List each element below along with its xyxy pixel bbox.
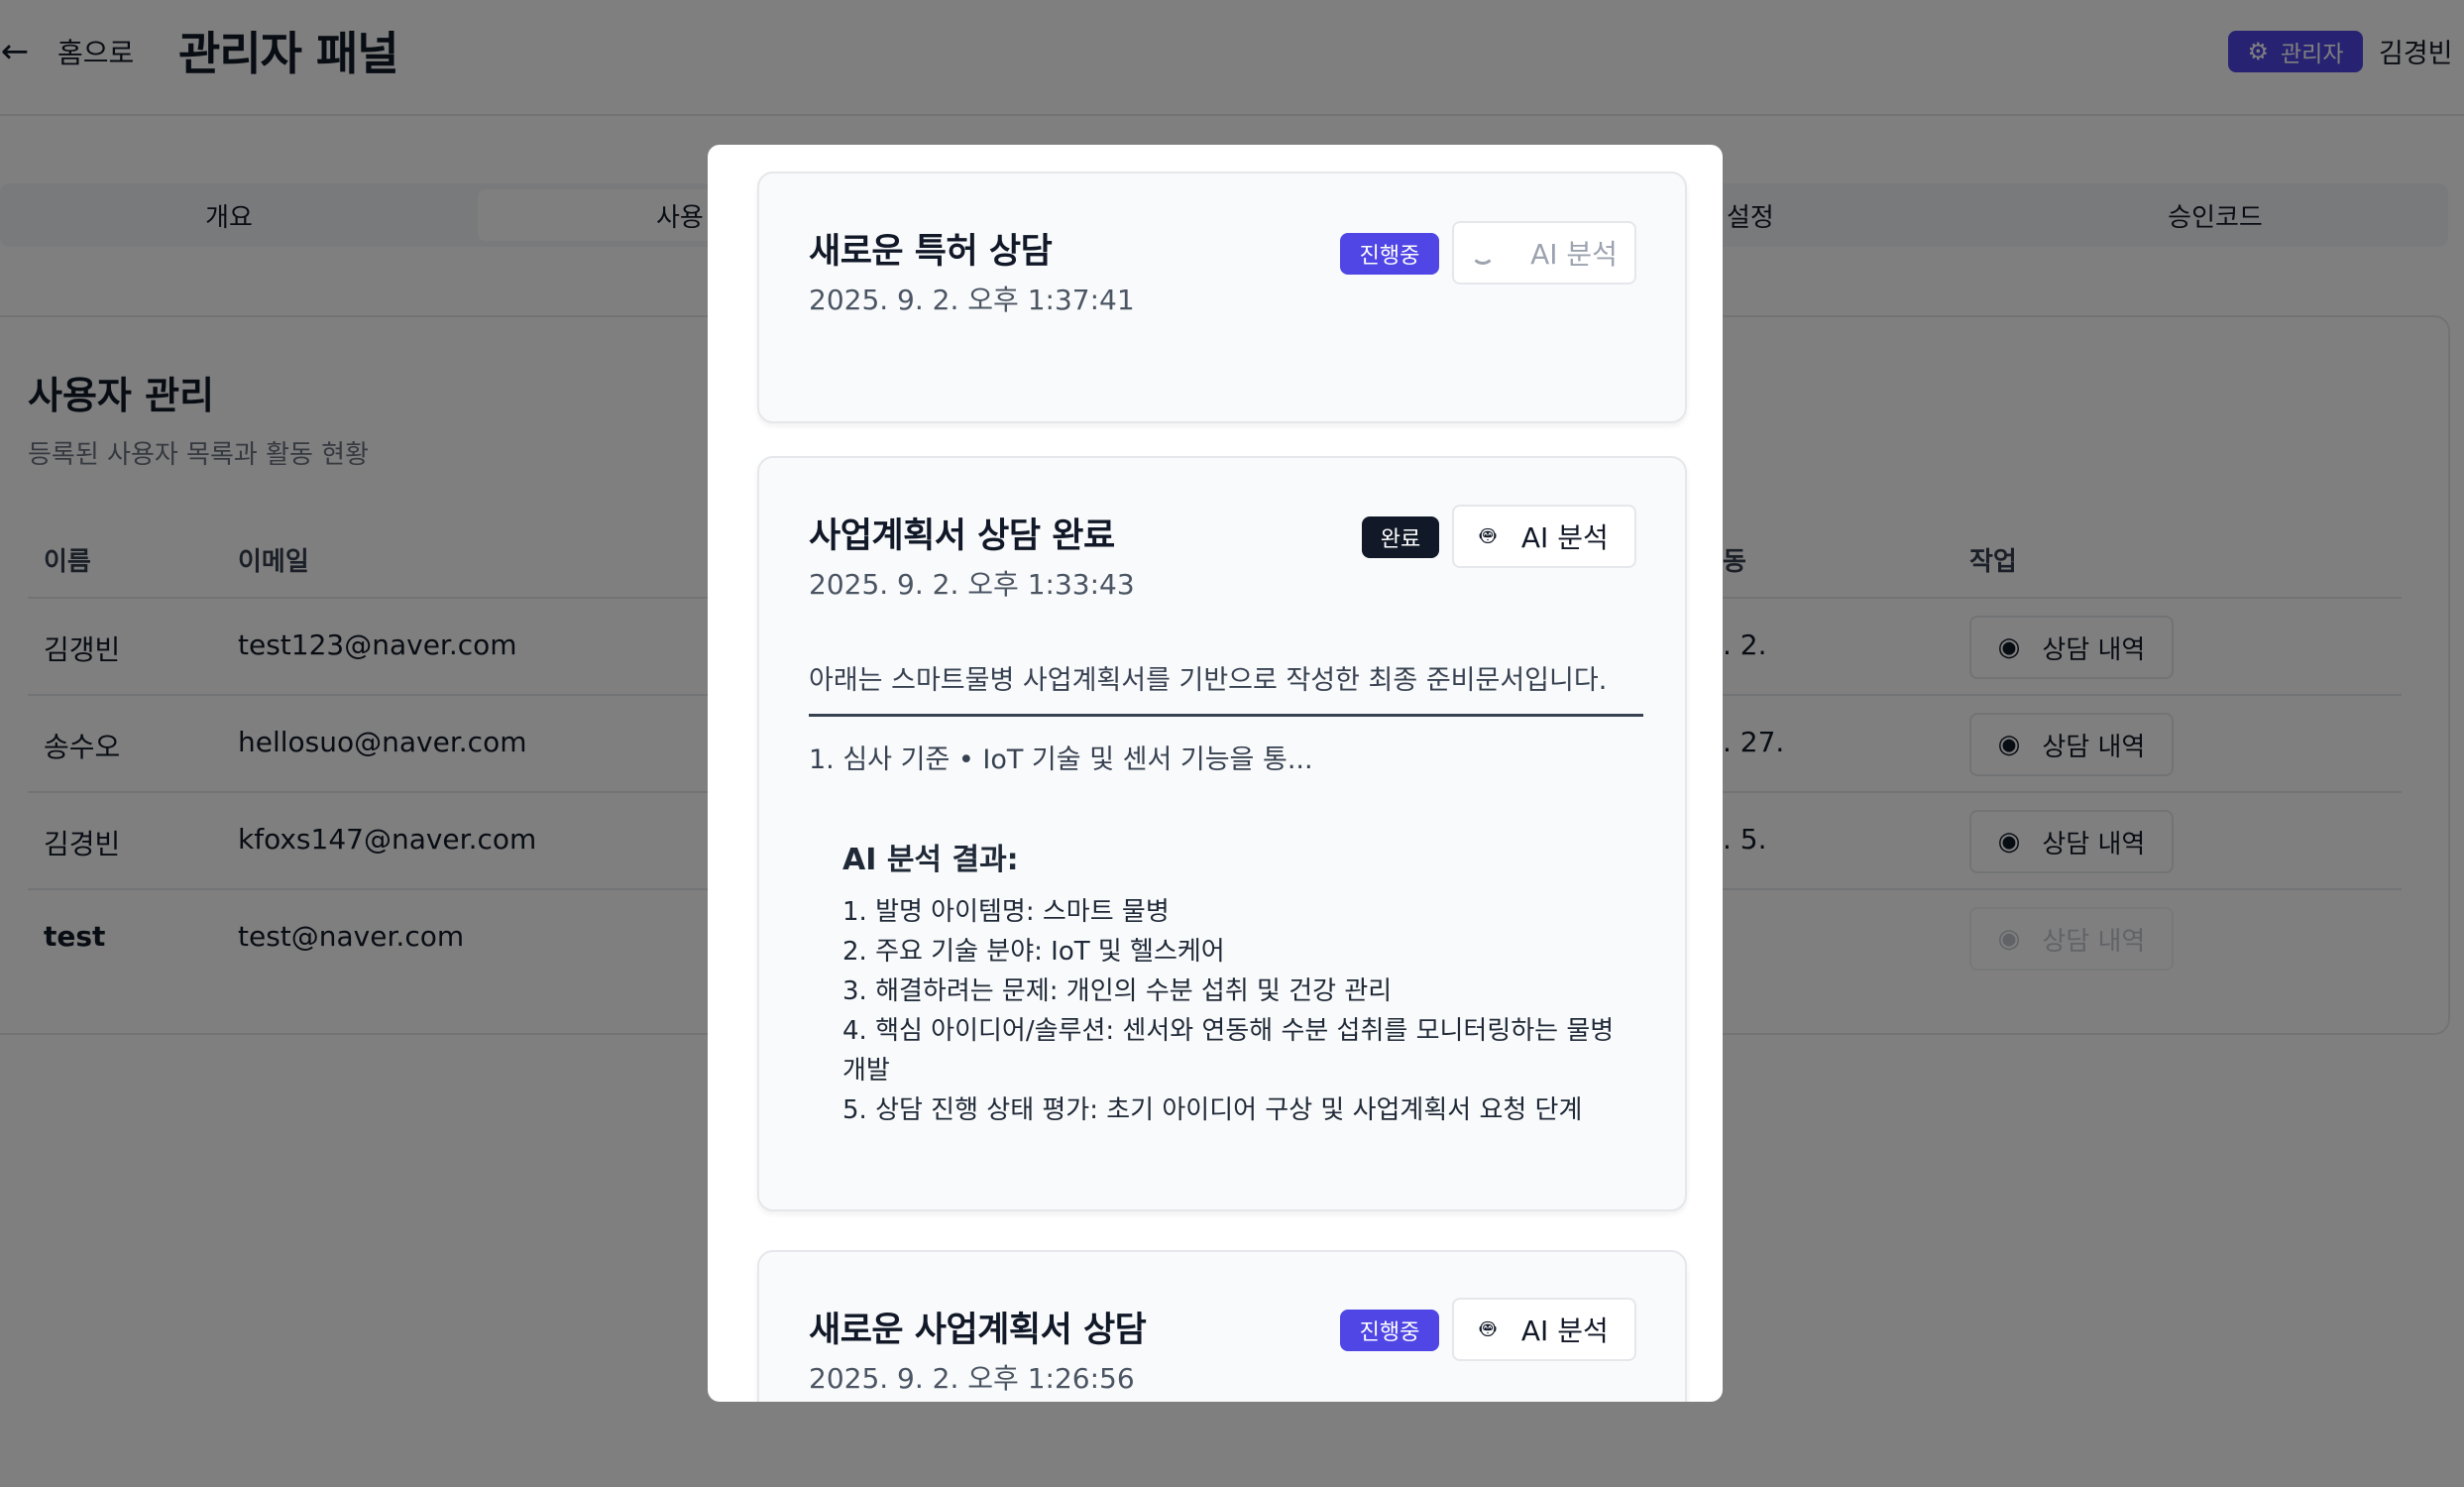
consultation-card: 사업계획서 상담 완료 2025. 9. 2. 오후 1:33:43 완료 🤖︎… [757,456,1687,1211]
consultation-summary: 아래는 스마트물병 사업계획서를 기반으로 작성한 최종 준비문서입니다. [809,665,1608,696]
list-item: 2. 주요 기술 분야: IoT 및 헬스케어 [842,937,1225,967]
consultation-title: 새로운 사업계획서 상담 [809,1311,1147,1350]
ai-analysis-label: AI 분석 [1530,238,1618,271]
consultation-history-modal: 새로운 특허 상담 2025. 9. 2. 오후 1:37:41 진행중 AI … [708,145,1723,1402]
status-badge: 완료 [1362,516,1439,558]
list-item: 5. 상담 진행 상태 평가: 초기 아이디어 구상 및 사업계획서 요청 단계 [842,1095,1583,1125]
consultation-preview: 1. 심사 기준 • IoT 기술 및 센서 기능을 통... [809,744,1313,775]
divider [809,714,1643,717]
ai-analysis-label: AI 분석 [1520,521,1609,554]
consultation-date: 2025. 9. 2. 오후 1:26:56 [809,1362,1135,1395]
list-item: 1. 발명 아이템명: 스마트 물병 [842,897,1170,927]
ai-analysis-button[interactable]: 🤖︎ AI 분석 [1452,1298,1636,1361]
consultation-card: 새로운 특허 상담 2025. 9. 2. 오후 1:37:41 진행중 AI … [757,172,1687,423]
status-badge: 진행중 [1340,1310,1439,1351]
spinner-icon [1471,241,1496,265]
consultation-card: 새로운 사업계획서 상담 2025. 9. 2. 오후 1:26:56 진행중 … [757,1250,1687,1402]
ai-analysis-title: AI 분석 결과: [842,843,1019,877]
list-item: 4. 핵심 아이디어/솔루션: 센서와 연동해 수분 섭취를 모니터링하는 물병… [842,1016,1615,1086]
robot-icon: 🤖︎ [1480,1314,1496,1344]
status-badge: 진행중 [1340,233,1439,275]
consultation-date: 2025. 9. 2. 오후 1:33:43 [809,568,1135,601]
list-item: 3. 해결하려는 문제: 개인의 수분 섭취 및 건강 관리 [842,976,1393,1006]
ai-analysis-button[interactable]: AI 분석 [1452,221,1636,285]
ai-analysis-label: AI 분석 [1520,1315,1609,1347]
consultation-title: 사업계획서 상담 완료 [809,516,1115,556]
consultation-title: 새로운 특허 상담 [809,232,1053,272]
ai-analysis-button[interactable]: 🤖︎ AI 분석 [1452,505,1636,568]
ai-analysis-list: 1. 발명 아이템명: 스마트 물병 2. 주요 기술 분야: IoT 및 헬스… [842,892,1625,1130]
consultation-date: 2025. 9. 2. 오후 1:37:41 [809,284,1135,316]
robot-icon: 🤖︎ [1480,520,1496,551]
